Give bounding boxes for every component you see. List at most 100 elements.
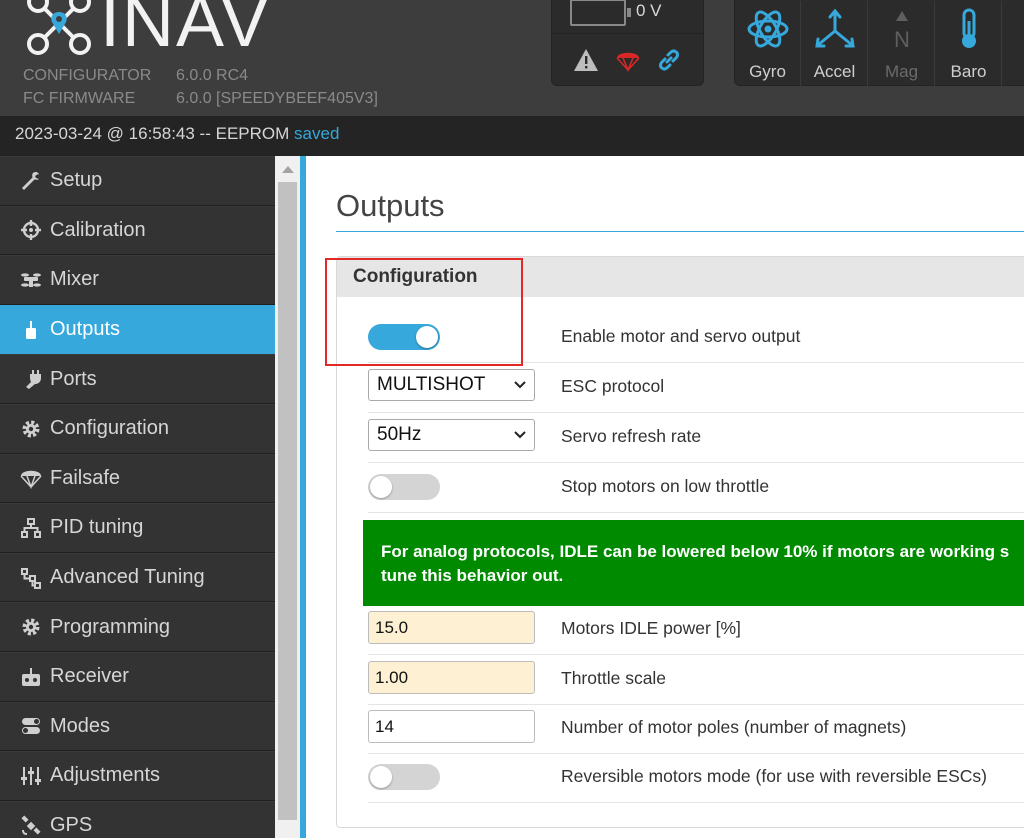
status-saved-badge: saved — [294, 124, 340, 143]
sidebar-item-label: GPS — [50, 814, 93, 837]
esc-protocol-value: MULTISHOT — [377, 374, 486, 395]
sidebar-item-label: Mixer — [50, 268, 99, 291]
sidebar-item-label: Receiver — [50, 665, 129, 688]
configurator-version: 6.0.0 RC4 — [176, 67, 249, 84]
sidebar-item-modes[interactable]: Modes — [0, 701, 275, 752]
idle-power-label: Motors IDLE power [%] — [561, 618, 741, 638]
servo-rate-value: 50Hz — [377, 424, 422, 445]
sliders-icon — [21, 766, 41, 785]
firmware-version: 6.0.0 [SPEEDYBEEF405V3] — [176, 90, 378, 107]
sidebar-item-label: Setup — [50, 169, 103, 192]
scroll-up-arrow-icon[interactable] — [282, 166, 294, 173]
firmware-version-row: FC FIRMWARE 6.0.0 [SPEEDYBEEF405V3] — [23, 90, 378, 108]
sensor-baro: Baro — [936, 1, 1002, 87]
failsafe-parachute-icon[interactable] — [615, 47, 641, 73]
sidebar-nav: Setup Calibration Mixer Outputs Ports Co… — [0, 156, 275, 838]
sidebar-item-adjustments[interactable]: Adjustments — [0, 751, 275, 801]
configurator-version-row: CONFIGURATOR 6.0.0 RC4 — [23, 67, 248, 85]
sidebar-item-label: Adjustments — [50, 764, 161, 787]
plug-icon — [26, 370, 41, 390]
alert-line-1: For analog protocols, IDLE can be lowere… — [381, 542, 1010, 561]
battery-icon — [570, 0, 631, 26]
sidebar-item-label: Calibration — [50, 218, 146, 241]
status-text: 2023-03-24 @ 16:58:43 -- EEPROM — [15, 124, 290, 143]
sidebar-item-advanced-tuning[interactable]: Advanced Tuning — [0, 552, 275, 603]
motor-poles-label: Number of motor poles (number of magnets… — [561, 717, 907, 737]
sensor-mag: N Mag — [869, 1, 935, 87]
app-logo-text: INAV — [100, 0, 271, 62]
sidebar-item-label: Failsafe — [50, 466, 121, 489]
toggle-knob — [370, 476, 392, 498]
reversible-motors-row: Reversible motors mode (for use with rev… — [368, 753, 1024, 803]
battery-voltage: 0 V — [636, 1, 662, 20]
gear-icon — [22, 618, 40, 636]
chevron-down-icon — [514, 431, 526, 439]
sidebar-item-programming[interactable]: Programming — [0, 602, 275, 652]
motor-poles-input[interactable]: 14 — [368, 710, 535, 743]
sidebar-item-configuration[interactable]: Configuration — [0, 403, 275, 454]
sidebar-item-mixer[interactable]: Mixer — [0, 255, 275, 305]
eeprom-status-bar: 2023-03-24 @ 16:58:43 -- EEPROM saved — [0, 116, 1024, 156]
stop-motors-toggle[interactable] — [368, 474, 440, 500]
stop-motors-row: Stop motors on low throttle — [368, 463, 1024, 513]
servo-rate-select[interactable]: 50Hz — [368, 419, 535, 451]
battery-status-panel: 0 V — [551, 0, 704, 86]
sensor-label-baro: Baro — [950, 62, 987, 81]
svg-text:N: N — [894, 27, 910, 51]
idle-info-alert: For analog protocols, IDLE can be lowere… — [363, 520, 1024, 606]
sidebar-item-label: Modes — [50, 714, 111, 737]
motor-icon — [26, 320, 36, 339]
sidebar-item-receiver[interactable]: Receiver — [0, 651, 275, 702]
esc-protocol-label: ESC protocol — [561, 376, 665, 396]
crosshair-icon — [21, 220, 41, 241]
gyro-icon — [747, 10, 788, 48]
sidebar-scrollbar[interactable] — [275, 156, 300, 838]
panel-divider — [552, 33, 703, 34]
sidebar-item-label: Advanced Tuning — [50, 566, 205, 589]
sensor-gyro: Gyro — [735, 1, 801, 87]
esc-protocol-select[interactable]: MULTISHOT — [368, 369, 535, 401]
sidebar-item-outputs[interactable]: Outputs — [0, 304, 275, 355]
link-icon[interactable] — [656, 47, 682, 73]
sidebar-item-ports[interactable]: Ports — [0, 354, 275, 404]
esc-protocol-row: MULTISHOT ESC protocol — [368, 363, 1024, 413]
idle-power-input[interactable]: 15.0 — [368, 611, 535, 644]
scrollbar-thumb[interactable] — [278, 182, 297, 820]
warning-icon[interactable] — [573, 47, 599, 73]
sidebar-item-label: Configuration — [50, 417, 169, 440]
drone-logo-icon — [27, 0, 91, 55]
sidebar-item-label: Programming — [50, 615, 171, 638]
sensor-status-panel: Gyro Accel N Mag Baro — [734, 0, 1024, 87]
throttle-scale-input[interactable]: 1.00 — [368, 661, 535, 694]
app-header: INAV CONFIGURATOR 6.0.0 RC4 FC FIRMWARE 6.… — [0, 0, 1024, 116]
sensor-label-accel: Accel — [813, 62, 856, 81]
mixer-icon — [21, 273, 41, 287]
sidebar-item-failsafe[interactable]: Failsafe — [0, 453, 275, 504]
firmware-label: FC FIRMWARE — [23, 90, 136, 107]
throttle-scale-label: Throttle scale — [561, 668, 667, 688]
toggle-icon — [22, 718, 40, 735]
mag-icon: N — [894, 11, 910, 52]
sidebar-item-calibration[interactable]: Calibration — [0, 205, 275, 256]
reversible-motors-label: Reversible motors mode (for use with rev… — [561, 766, 987, 786]
highlight-annotation-box — [325, 258, 523, 366]
sidebar-item-setup[interactable]: Setup — [0, 156, 275, 206]
alert-line-2: tune this behavior out. — [381, 566, 564, 585]
sidebar-item-pid-tuning[interactable]: PID tuning — [0, 503, 275, 553]
sensor-label-mag: Mag — [884, 62, 919, 81]
reversible-motors-toggle[interactable] — [368, 764, 440, 790]
title-divider — [336, 231, 1024, 232]
throttle-scale-row: 1.00 Throttle scale — [368, 655, 1024, 705]
accel-icon — [814, 8, 855, 48]
tree-icon — [21, 567, 41, 589]
wrench-icon — [22, 171, 39, 190]
sidebar-item-gps[interactable]: GPS — [0, 800, 275, 838]
chevron-down-icon — [514, 381, 526, 389]
idle-power-row: 15.0 Motors IDLE power [%] — [368, 605, 1024, 655]
baro-icon — [961, 8, 976, 48]
servo-rate-row: 50Hz Servo refresh rate — [368, 413, 1024, 463]
gear-icon — [22, 420, 40, 438]
enable-output-label: Enable motor and servo output — [561, 326, 801, 346]
receiver-icon — [22, 667, 40, 686]
sidebar-item-label: PID tuning — [50, 516, 144, 539]
